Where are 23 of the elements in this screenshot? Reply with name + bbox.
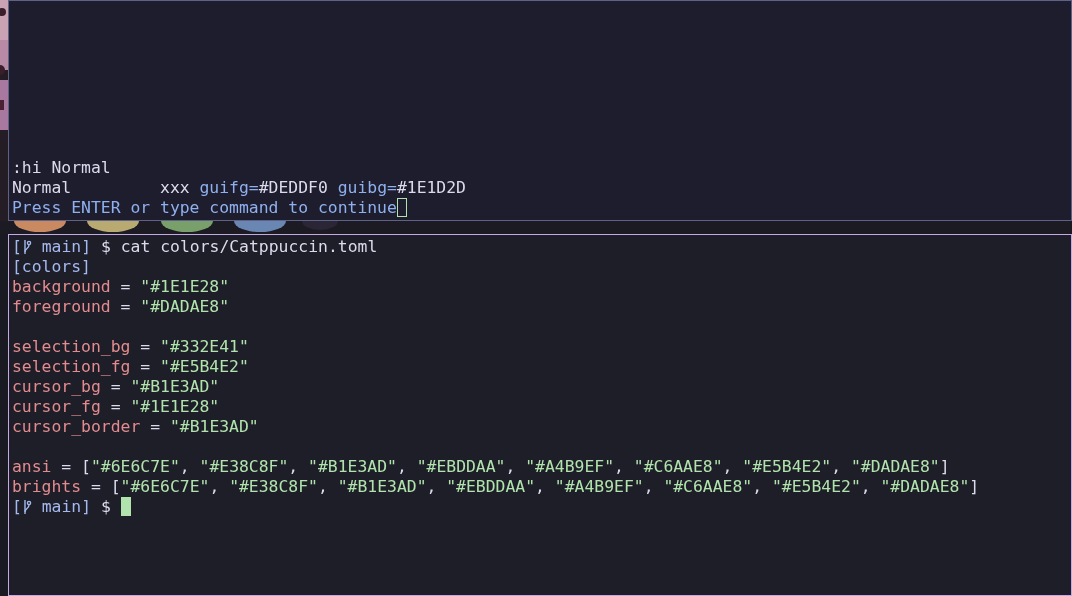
terminal-line: [colors] (12, 257, 92, 277)
prompt-text: [ (12, 237, 22, 256)
cursor (396, 198, 407, 217)
terminal-line: background = "#1E1E28" (12, 277, 231, 297)
terminal-text: $ cat colors/Catppuccin.toml (99, 237, 378, 256)
git-branch-icon (21, 499, 32, 515)
terminal-line: cursor_border = "#B1E3AD" (12, 417, 260, 437)
terminal-line: brights = ["#6E6C7E", "#E38C8F", "#B1E3AD", "#EBDDAA", "#A4B9EF", "#C6AAE8", "#E5B4E2", "#DADAE8"] (12, 477, 981, 497)
prompt-text: [ (12, 497, 22, 516)
terminal-line: cursor_bg = "#B1E3AD" (12, 377, 221, 397)
terminal-text: $ (99, 497, 112, 516)
prompt-text: main] (40, 237, 92, 256)
prompt-text: main] (40, 497, 92, 516)
cursor (120, 497, 131, 516)
git-branch-icon (21, 239, 32, 255)
terminal-line: selection_bg = "#332E41" (12, 337, 250, 357)
terminal-line: :hi Normal (12, 158, 112, 178)
terminal-line: selection_fg = "#E5B4E2" (12, 357, 250, 377)
terminal-line: Normal xxx guifg=#DEDDF0 guibg=#1E1D2D (12, 178, 467, 198)
terminal-line: foreground = "#DADAE8" (12, 297, 231, 317)
terminal-line: ansi = ["#6E6C7E", "#E38C8F", "#B1E3AD", "#EBDDAA", "#A4B9EF", "#C6AAE8", "#E5B4E2", "#DADAE8"] (12, 457, 951, 477)
highlight-text: Press ENTER or type command to continue (12, 198, 397, 217)
terminal-line: cursor_fg = "#1E1E28" (12, 397, 221, 417)
